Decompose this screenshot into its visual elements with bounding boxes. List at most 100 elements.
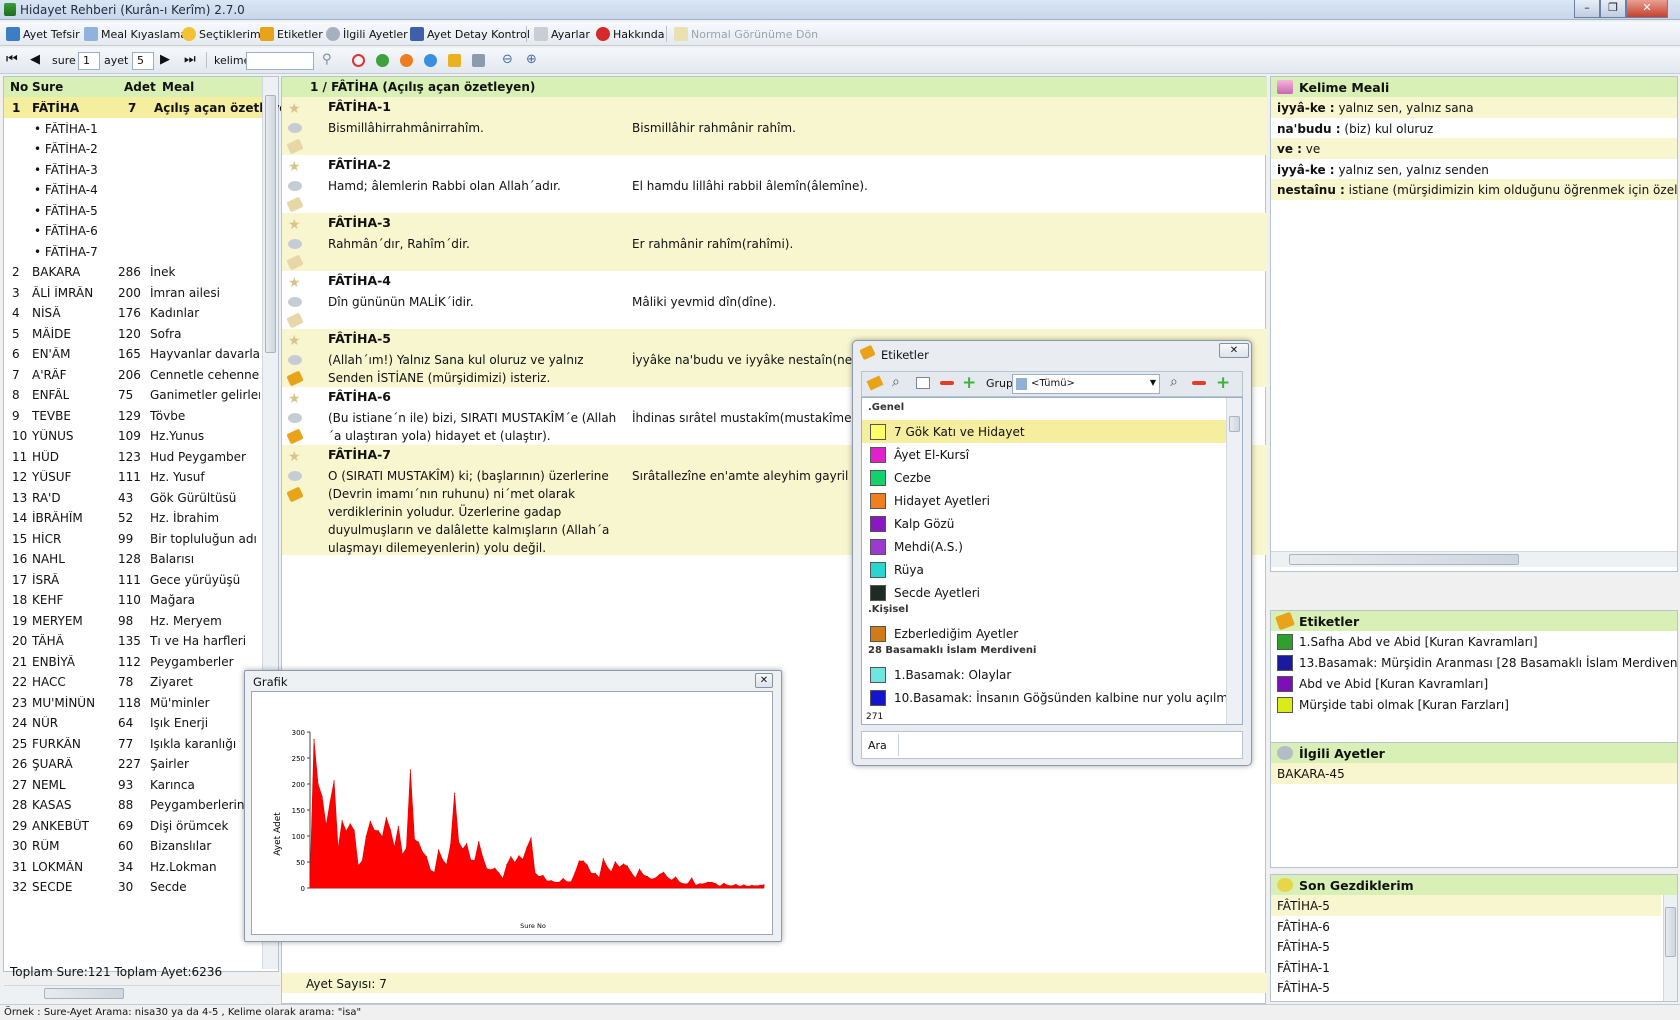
etiketler-dialog-close[interactable]: ✕ — [1219, 343, 1249, 358]
kelime-row[interactable]: ve : ve — [1271, 138, 1677, 159]
binoculars-icon[interactable]: ⌕ — [892, 374, 900, 390]
etiket-item[interactable]: 10.Basamak: İnsanın Göğsünden kalbine nu… — [862, 686, 1226, 709]
sure-row[interactable]: 29 ANKEBÛT 69 Dişi örümcek — [4, 815, 262, 836]
previous-icon[interactable]: ◀ — [30, 53, 40, 67]
sure-row[interactable]: 25 FURKÂN 77 Işıkla karanlığı — [4, 733, 262, 754]
related-icon[interactable] — [288, 181, 302, 191]
related-icon[interactable] — [288, 123, 302, 133]
sure-row[interactable]: 7 A'RÂF 206 Cennetle cehennem — [4, 364, 262, 385]
print-icon[interactable] — [472, 54, 485, 67]
son-gezdiklerim-row[interactable]: FÂTİHA-5 — [1271, 936, 1661, 957]
kelime-row[interactable]: na'budu : (biz) kul oluruz — [1271, 118, 1677, 139]
sure-row[interactable]: 27 NEML 93 Karınca — [4, 774, 262, 795]
column-sure[interactable]: Sure — [32, 80, 63, 94]
star-icon[interactable]: ★ — [288, 450, 302, 464]
kelime-meali-hscrollbar[interactable] — [1271, 551, 1677, 567]
sure-row[interactable]: 30 RÛM 60 Bizanslılar — [4, 835, 262, 856]
sure-row[interactable]: 2 BAKARA 286 İnek — [4, 261, 262, 282]
zoom-out-icon[interactable]: ⊖ — [502, 53, 513, 67]
zoom-in-icon[interactable]: ⊕ — [526, 53, 537, 67]
kelime-input[interactable] — [246, 52, 314, 70]
etiket-row[interactable]: Abd ve Abid [Kuran Kavramları] — [1271, 673, 1677, 694]
star-icon[interactable]: ★ — [288, 218, 302, 232]
scroll-thumb[interactable] — [1665, 907, 1676, 957]
sure-row[interactable]: 31 LOKMÂN 34 Hz.Lokman — [4, 856, 262, 877]
blue-globe-icon[interactable] — [424, 54, 437, 67]
sure-row[interactable]: 10 YÛNUS 109 Hz.Yunus — [4, 425, 262, 446]
kelime-row[interactable]: nestaînu : istiane (mürşidimizin kim old… — [1271, 179, 1677, 200]
tag-icon[interactable] — [286, 254, 304, 271]
last-icon[interactable]: ⏭ — [184, 53, 196, 67]
etiket-item[interactable]: 7 Gök Katı ve Hidayet — [862, 420, 1226, 443]
sure-row[interactable]: 21 ENBİYÂ 112 Peygamberler — [4, 651, 262, 672]
chart-icon[interactable] — [448, 54, 461, 67]
ayet-node[interactable]: • FÂTİHA-5 — [4, 200, 262, 221]
son-gezdiklerim-row[interactable]: FÂTİHA-6 — [1271, 916, 1661, 937]
tag-icon[interactable] — [286, 428, 304, 445]
etiket-item[interactable]: Âyet El-Kursî — [862, 443, 1226, 466]
sure-row[interactable]: 32 SECDE 30 Secde — [4, 876, 262, 897]
tree-icon[interactable] — [916, 377, 930, 389]
menu-sectiklerim[interactable]: Seçtiklerim — [182, 26, 261, 42]
menu-hakkinda[interactable]: Hakkında — [596, 26, 665, 42]
etiket-item[interactable]: Cezbe — [862, 466, 1226, 489]
ayet-node[interactable]: • FÂTİHA-3 — [4, 159, 262, 180]
sure-row-selected[interactable]: 1 FÂTİHA 7 Açılış açan özetleyen — [4, 97, 296, 118]
minimize-button[interactable]: – — [1574, 0, 1600, 18]
sure-row[interactable]: 3 ÂLİ İMRÂN 200 İmran ailesi — [4, 282, 262, 303]
sure-row[interactable]: 24 NÛR 64 Işık Enerji — [4, 712, 262, 733]
scroll-thumb[interactable] — [1229, 416, 1240, 432]
column-no[interactable]: No — [10, 80, 28, 94]
sure-row[interactable]: 16 NAHL 128 Balarısı — [4, 548, 262, 569]
tag-icon[interactable] — [286, 370, 304, 387]
ayet-node[interactable]: • FÂTİHA-6 — [4, 220, 262, 241]
etiket-item[interactable]: Mehdi(A.S.) — [862, 535, 1226, 558]
record-icon[interactable] — [352, 54, 365, 67]
ayet-node[interactable]: • FÂTİHA-7 — [4, 241, 262, 262]
star-icon[interactable]: ★ — [288, 392, 302, 406]
star-icon[interactable]: ★ — [288, 160, 302, 174]
tag-icon[interactable] — [286, 486, 304, 503]
sure-row[interactable]: 12 YÛSUF 111 Hz. Yusuf — [4, 466, 262, 487]
sure-row[interactable]: 20 TÂHÂ 135 Tı ve Ha harfleri — [4, 630, 262, 651]
scroll-thumb[interactable] — [265, 95, 276, 353]
sure-row[interactable]: 26 ŞUARÂ 227 Şairler — [4, 753, 262, 774]
sure-row[interactable]: 28 KASAS 88 Peygamberlerin — [4, 794, 262, 815]
menu-ilgili-ayetler[interactable]: İlgili Ayetler — [326, 26, 408, 42]
group-add-icon[interactable]: + — [1216, 373, 1230, 393]
orange-globe-icon[interactable] — [400, 54, 413, 67]
maximize-button[interactable]: ❐ — [1600, 0, 1626, 18]
ayet-row[interactable]: ★ FÂTİHA-2 Hamd; âlemlerin Rabbi olan Alla… — [282, 155, 1267, 213]
son-gezdiklerim-row[interactable]: FÂTİHA-5 — [1271, 895, 1661, 916]
ayet-row[interactable]: ★ FÂTİHA-1 Bismillâhirrahmânirrahîm. Bismil… — [282, 97, 1267, 155]
menu-normal-gorunume-don[interactable]: Normal Görünüme Dön — [674, 26, 818, 42]
son-gezdiklerim-row[interactable]: FÂTİHA-5 — [1271, 977, 1661, 998]
first-icon[interactable]: ⏮ — [6, 53, 18, 67]
group-binoculars-icon[interactable]: ⌕ — [1170, 374, 1178, 390]
ilgili-ayet-row[interactable]: BAKARA-45 — [1271, 763, 1677, 784]
etiket-row[interactable]: 13.Basamak: Mürşidin Aranması [28 Basama… — [1271, 652, 1677, 673]
sure-row[interactable]: 8 ENFÂL 75 Ganimetler gelirler — [4, 384, 262, 405]
grafik-dialog-close[interactable]: ✕ — [755, 673, 773, 688]
ayet-row[interactable]: ★ FÂTİHA-3 Rahmân´dır, Rahîm´dir. Er rahmân… — [282, 213, 1267, 271]
etiket-item[interactable]: Ezberlediğim Ayetler — [862, 622, 1226, 645]
related-icon[interactable] — [288, 471, 302, 481]
star-icon[interactable]: ★ — [288, 334, 302, 348]
sure-row[interactable]: 14 İBRÂHÎM 52 Hz. İbrahim — [4, 507, 262, 528]
related-icon[interactable] — [288, 239, 302, 249]
related-icon[interactable] — [288, 413, 302, 423]
sure-row[interactable]: 18 KEHF 110 Mağara — [4, 589, 262, 610]
kelime-row[interactable]: iyyâ-ke : yalnız sen, yalnız senden — [1271, 159, 1677, 180]
hscroll-thumb[interactable] — [1289, 554, 1519, 565]
sure-row[interactable]: 4 NİSÂ 176 Kadınlar — [4, 302, 262, 323]
group-remove-icon[interactable] — [1192, 381, 1206, 385]
close-button[interactable]: ✕ — [1626, 0, 1668, 18]
ayet-input[interactable]: 5 — [132, 52, 154, 70]
etiket-item[interactable]: Kalp Gözü — [862, 512, 1226, 535]
column-adet[interactable]: Adet — [124, 80, 156, 94]
ayet-node[interactable]: • FÂTİHA-2 — [4, 138, 262, 159]
menu-ayet-detay-kontrol[interactable]: Ayet Detay Kontrol — [410, 26, 530, 42]
etiket-list-vscrollbar[interactable] — [1226, 398, 1242, 724]
column-meal[interactable]: Meal — [162, 80, 194, 94]
ayet-row[interactable]: ★ FÂTİHA-4 Dîn gününün MALİK´idir. Mâliki y… — [282, 271, 1267, 329]
